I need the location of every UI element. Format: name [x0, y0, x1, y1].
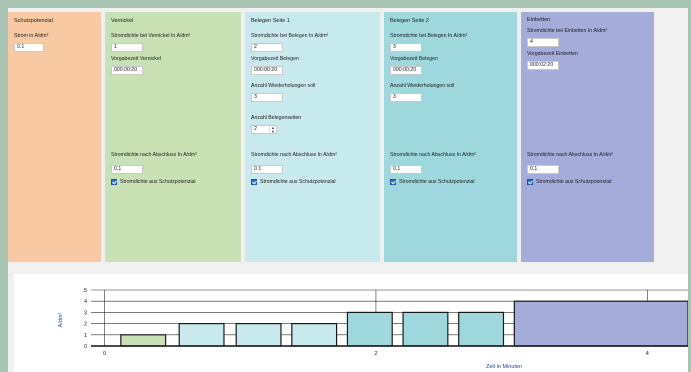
chart-bar [291, 322, 338, 347]
stromdichte-label: Stromdichte bei Vernickel In A/dm² [111, 33, 191, 39]
chart-bar [235, 322, 282, 347]
vorgabezeit-label: Vorgabezeit Vernickel [111, 56, 161, 62]
checkbox-checked-icon[interactable] [111, 179, 117, 185]
y-tick-label: 0 [84, 344, 87, 350]
vorgabezeit-label: Vorgabezeit Belegen [251, 56, 299, 62]
wiederholungen-label: Anzahl Wiederholungen soll [251, 83, 316, 89]
abschluss-input[interactable]: 0.1 [390, 165, 422, 174]
strom-label: Strom in A/dm² [14, 33, 49, 39]
vorgabezeit-input[interactable]: 000:02:20 [527, 61, 559, 70]
belegenseiten-label: Anzahl Belegenseiten [251, 115, 302, 121]
chart-bar [402, 311, 449, 347]
chart-area: 0 1 2 3 4 5 0 2 4 Zeit in Minuten A/dm² [14, 274, 688, 372]
stromdichte-input[interactable]: 1 [111, 43, 143, 52]
schutzpotenzial-checkbox[interactable]: Stromdichte aus Schutzpotenzial [251, 179, 336, 185]
wiederholungen-input[interactable]: 3 [390, 93, 422, 102]
abschluss-label: Stromdichte nach Abschluss In A/dm² [527, 152, 613, 158]
panel-schutzpotenzial: Schutzpotenzial Strom in A/dm² 0.1 [8, 12, 101, 262]
vorgabezeit-input[interactable]: 000:00:20 [111, 66, 143, 75]
y-tick-label: 1 [84, 333, 87, 339]
y-tick-label: 3 [84, 310, 87, 316]
vorgabezeit-label: Vorgabezeit Einbetten [527, 51, 578, 57]
strom-input[interactable]: 0.1 [14, 43, 44, 52]
chart-bar [178, 322, 225, 347]
x-tick-label: 4 [646, 351, 649, 357]
schutzpotenzial-checkbox[interactable]: Stromdichte aus Schutzpotenzial [527, 179, 612, 185]
x-axis-label: Zeit in Minuten [486, 364, 522, 370]
y-axis-label: A/dm² [58, 312, 64, 327]
chart-bar [513, 300, 688, 347]
y-tick-label: 4 [84, 299, 87, 305]
stromdichte-input[interactable]: 3 [390, 43, 422, 52]
vorgabezeit-label: Vorgabezeit Belegen [390, 56, 438, 62]
stepper-value: 2 [254, 126, 257, 132]
stromdichte-label: Stromdichte bei Belegen In A/dm² [251, 33, 329, 39]
y-tick-label: 5 [84, 288, 87, 294]
panel-title: Belegen Seite 1 [251, 18, 290, 24]
checkbox-label: Stromdichte aus Schutzpotenzial [399, 179, 475, 185]
stromdichte-label: Stromdichte bei Belegen In A/dm² [390, 33, 468, 39]
panel-title: Schutzpotenzial [14, 18, 53, 24]
chart-bar [458, 311, 505, 347]
panel-title: Belegen Seite 2 [390, 18, 429, 24]
vorgabezeit-input[interactable]: 000:00:20 [390, 66, 422, 75]
panel-title: Einbetten [527, 17, 551, 23]
stromdichte-input[interactable]: 2 [251, 43, 283, 52]
stromdichte-label: Stromdichte bei Einbetten In A/dm² [527, 28, 608, 34]
app-window: Schutzpotenzial Strom in A/dm² 0.1 Verni… [8, 8, 688, 372]
vorgabezeit-input[interactable]: 000:00:20 [251, 66, 283, 75]
stromdichte-input[interactable]: 4 [527, 38, 559, 47]
abschluss-input[interactable]: 0.1 [527, 165, 559, 174]
checkbox-checked-icon[interactable] [390, 179, 396, 185]
y-tick-label: 2 [84, 322, 87, 328]
panel-belegen-seite-2: Belegen Seite 2 Stromdichte bei Belegen … [384, 12, 517, 262]
checkbox-checked-icon[interactable] [527, 179, 533, 185]
belegenseiten-stepper[interactable]: 2 ▲ ▼ [251, 125, 277, 134]
x-tick-label: 2 [374, 351, 377, 357]
x-tick-label: 0 [103, 351, 106, 357]
wiederholungen-input[interactable]: 3 [251, 93, 283, 102]
abschluss-label: Stromdichte nach Abschluss In A/dm² [111, 152, 197, 158]
schutzpotenzial-checkbox[interactable]: Stromdichte aus Schutzpotenzial [111, 179, 196, 185]
chart-bar [120, 334, 167, 347]
panel-vernickel: Vernickel Stromdichte bei Vernickel In A… [105, 12, 241, 262]
checkbox-checked-icon[interactable] [251, 179, 257, 185]
current-density-chart: 0 1 2 3 4 5 0 2 4 Zeit in Minuten A/dm² [58, 288, 688, 370]
panel-einbetten: Einbetten Stromdichte bei Einbetten In A… [521, 12, 654, 262]
abschluss-input[interactable]: 0.1 [111, 165, 143, 174]
panel-belegen-seite-1: Belegen Seite 1 Stromdichte bei Belegen … [245, 12, 380, 262]
wiederholungen-label: Anzahl Wiederholungen soll [390, 83, 455, 89]
abschluss-input[interactable]: 0.1 [251, 165, 283, 174]
abschluss-label: Stromdichte nach Abschluss In A/dm² [390, 152, 476, 158]
checkbox-label: Stromdichte aus Schutzpotenzial [536, 179, 612, 185]
stepper-arrows-icon[interactable]: ▲ ▼ [269, 126, 276, 133]
panel-title: Vernickel [111, 18, 134, 24]
schutzpotenzial-checkbox[interactable]: Stromdichte aus Schutzpotenzial [390, 179, 475, 185]
chart-bar [346, 311, 393, 347]
checkbox-label: Stromdichte aus Schutzpotenzial [120, 179, 196, 185]
abschluss-label: Stromdichte nach Abschluss In A/dm² [251, 152, 337, 158]
checkbox-label: Stromdichte aus Schutzpotenzial [260, 179, 336, 185]
